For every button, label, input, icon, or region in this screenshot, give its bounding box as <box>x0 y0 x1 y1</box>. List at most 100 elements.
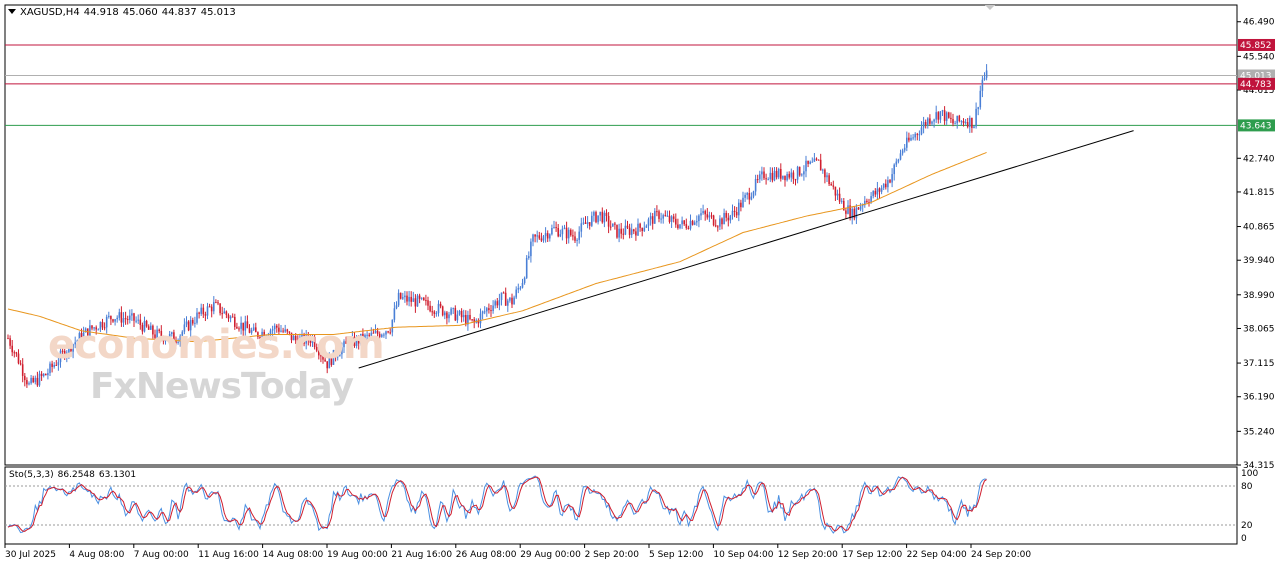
candle-body <box>162 336 165 342</box>
candle-body <box>215 302 217 304</box>
candle-body <box>332 349 335 365</box>
candle-body <box>124 318 127 320</box>
candle-body <box>397 292 400 306</box>
candle-body <box>381 334 383 337</box>
candle-body <box>150 325 152 330</box>
y-tick-label: 40.865 <box>1243 223 1275 233</box>
x-tick-label: 7 Aug 00:00 <box>134 550 189 560</box>
candle-body <box>950 117 952 120</box>
candle-body <box>192 319 194 324</box>
dropdown-triangle-icon[interactable] <box>8 9 16 14</box>
candle-body <box>664 215 667 217</box>
candle-body <box>347 343 349 350</box>
candle-body <box>897 159 900 162</box>
candle-body <box>542 236 545 241</box>
candle-body <box>830 184 832 186</box>
candle-body <box>171 332 173 334</box>
y-tick-label: 41.815 <box>1243 188 1275 198</box>
candle-body <box>231 316 234 318</box>
candle-body <box>922 122 925 128</box>
candle-body <box>759 174 761 180</box>
candle-body <box>147 326 150 330</box>
candle-body <box>414 298 417 307</box>
candle-body <box>784 175 786 181</box>
low-value: 44.837 <box>161 7 197 18</box>
candle-body <box>213 302 215 312</box>
price-chart[interactable]: 46.49045.54044.61542.74041.81540.86539.9… <box>0 0 1280 567</box>
candle-body <box>840 200 843 202</box>
candle-body <box>265 335 268 337</box>
candle-body <box>236 326 238 329</box>
chart-info-bar: XAGUSD,H4 44.918 45.060 44.837 45.013 <box>8 7 240 18</box>
candle-body <box>139 319 142 326</box>
candle-body <box>588 222 591 226</box>
candle-body <box>773 170 776 181</box>
candle-body <box>630 229 633 235</box>
candle-body <box>129 315 131 320</box>
candle-body <box>452 308 454 310</box>
candle-body <box>57 362 60 366</box>
candle-body <box>122 318 125 323</box>
candle-body <box>924 122 927 125</box>
candle-body <box>456 314 459 321</box>
candle-body <box>790 172 793 178</box>
candle-body <box>859 206 862 210</box>
high-value: 45.060 <box>122 7 158 18</box>
candle-body <box>444 312 446 316</box>
candle-body <box>309 340 312 343</box>
candle-body <box>551 228 553 235</box>
candle-body <box>389 332 391 334</box>
candle-body <box>704 211 706 215</box>
candle-body <box>292 335 295 341</box>
candle-body <box>651 216 654 224</box>
candle-body <box>481 311 484 314</box>
candle-body <box>351 336 354 341</box>
candle-body <box>433 311 436 314</box>
candle-body <box>158 329 160 332</box>
candle-body <box>813 158 816 162</box>
candle-body <box>38 373 41 386</box>
candle-body <box>97 329 100 331</box>
candle-body <box>689 220 692 229</box>
candle-body <box>668 215 671 222</box>
candle-body <box>948 112 950 118</box>
candle-body <box>752 191 755 197</box>
candle-body <box>446 312 448 319</box>
candle-body <box>406 295 408 302</box>
candle-body <box>244 321 247 331</box>
candle-body <box>622 233 625 235</box>
candle-body <box>977 107 979 109</box>
candle-body <box>805 160 807 172</box>
candle-body <box>603 212 606 223</box>
candle-body <box>960 121 963 123</box>
candle-body <box>330 356 333 365</box>
candle-body <box>504 292 507 306</box>
candle-body <box>95 327 97 330</box>
candle-body <box>557 227 559 237</box>
candle-body <box>326 361 328 369</box>
candle-body <box>574 236 576 241</box>
candle-body <box>956 115 958 124</box>
candle-body <box>945 112 948 121</box>
candle-body <box>555 227 557 229</box>
candle-body <box>185 321 188 325</box>
candle-body <box>223 311 226 314</box>
candle-body <box>288 331 291 333</box>
candle-body <box>439 303 442 307</box>
candle-body <box>637 223 639 236</box>
candle-body <box>601 211 604 223</box>
x-tick-label: 29 Aug 00:00 <box>520 550 581 560</box>
candle-body <box>204 314 207 316</box>
candle-body <box>696 221 698 223</box>
candle-body <box>614 223 616 225</box>
candle-body <box>7 338 9 340</box>
candle-body <box>523 277 526 283</box>
candle-body <box>937 112 940 120</box>
level-tag-label: 44.783 <box>1240 80 1272 90</box>
candle-body <box>899 153 902 160</box>
candle-body <box>809 161 811 164</box>
candle-body <box>362 333 364 342</box>
candle-body <box>641 227 643 232</box>
candle-body <box>782 175 784 179</box>
candle-body <box>221 313 223 315</box>
